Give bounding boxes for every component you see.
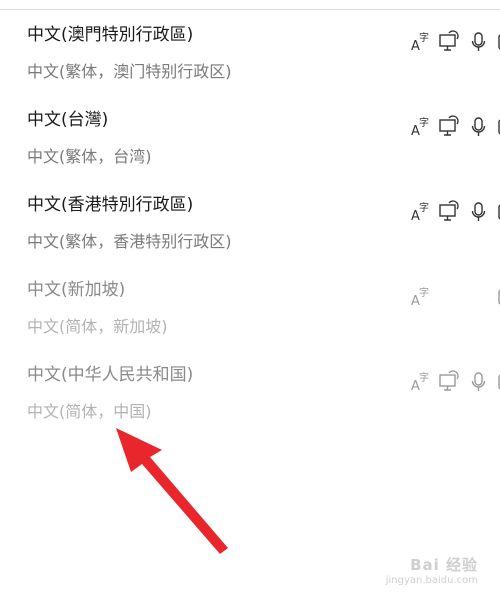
language-item-zh-tw[interactable]: 中文(台灣) 中文(繁体，台湾) A字 bbox=[0, 95, 500, 180]
svg-text:字: 字 bbox=[419, 116, 429, 129]
language-subtitle: 中文(繁体，澳门特别行政区) bbox=[27, 62, 232, 81]
language-pack-icon: A字 bbox=[410, 30, 432, 54]
language-name: 中文(台灣) bbox=[27, 110, 109, 130]
watermark: Bai 经验 jingyan.baidu.com bbox=[386, 554, 478, 586]
partial-icon bbox=[496, 200, 500, 224]
language-subtitle: 中文(繁体，台湾) bbox=[27, 147, 152, 166]
arrow-shape bbox=[116, 428, 228, 554]
display-icon bbox=[438, 115, 460, 139]
svg-text:字: 字 bbox=[419, 371, 429, 384]
language-settings-window: 中文(澳門特別行政區) 中文(繁体，澳门特别行政区) A字 中文(台灣) 中文(… bbox=[0, 0, 500, 600]
language-subtitle: 中文(繁体，香港特别行政区) bbox=[27, 232, 232, 251]
language-pack-icon: A字 bbox=[410, 200, 432, 224]
language-pack-icon: A字 bbox=[410, 370, 432, 394]
language-pack-icon: A字 bbox=[410, 285, 432, 309]
language-features: A字 bbox=[410, 30, 500, 54]
partial-icon bbox=[496, 115, 500, 139]
watermark-logo: Bai 经验 bbox=[410, 556, 478, 574]
language-list: 中文(澳門特別行政區) 中文(繁体，澳门特别行政区) A字 中文(台灣) 中文(… bbox=[0, 10, 500, 435]
svg-text:字: 字 bbox=[419, 31, 429, 44]
display-icon bbox=[438, 200, 460, 224]
language-features: A字 bbox=[410, 370, 500, 394]
microphone-icon bbox=[469, 115, 491, 139]
language-name: 中文(新加坡) bbox=[27, 280, 126, 300]
language-item-zh-mo[interactable]: 中文(澳門特別行政區) 中文(繁体，澳门特别行政区) A字 bbox=[0, 10, 500, 95]
language-item-zh-hk[interactable]: 中文(香港特別行政區) 中文(繁体，香港特别行政区) A字 bbox=[0, 180, 500, 265]
language-features: A字 bbox=[410, 285, 500, 309]
microphone-icon bbox=[469, 370, 491, 394]
language-features: A字 bbox=[410, 200, 500, 224]
partial-icon bbox=[496, 30, 500, 54]
language-name: 中文(澳門特別行政區) bbox=[27, 25, 194, 45]
language-name: 中文(中华人民共和国) bbox=[27, 365, 194, 385]
language-pack-icon: A字 bbox=[410, 115, 432, 139]
language-name: 中文(香港特別行政區) bbox=[27, 195, 194, 215]
display-icon bbox=[438, 30, 460, 54]
partial-icon bbox=[496, 370, 500, 394]
microphone-icon bbox=[469, 30, 491, 54]
microphone-icon bbox=[469, 200, 491, 224]
language-subtitle: 中文(简体，中国) bbox=[27, 402, 152, 421]
display-icon bbox=[438, 370, 460, 394]
svg-text:字: 字 bbox=[419, 201, 429, 214]
language-subtitle: 中文(简体，新加坡) bbox=[27, 317, 168, 336]
partial-icon bbox=[496, 285, 500, 309]
language-item-zh-cn[interactable]: 中文(中华人民共和国) 中文(简体，中国) A字 bbox=[0, 350, 500, 435]
watermark-url: jingyan.baidu.com bbox=[385, 575, 478, 586]
svg-text:字: 字 bbox=[419, 286, 429, 299]
language-features: A字 bbox=[410, 115, 500, 139]
language-item-zh-sg[interactable]: 中文(新加坡) 中文(简体，新加坡) A字 bbox=[0, 265, 500, 350]
